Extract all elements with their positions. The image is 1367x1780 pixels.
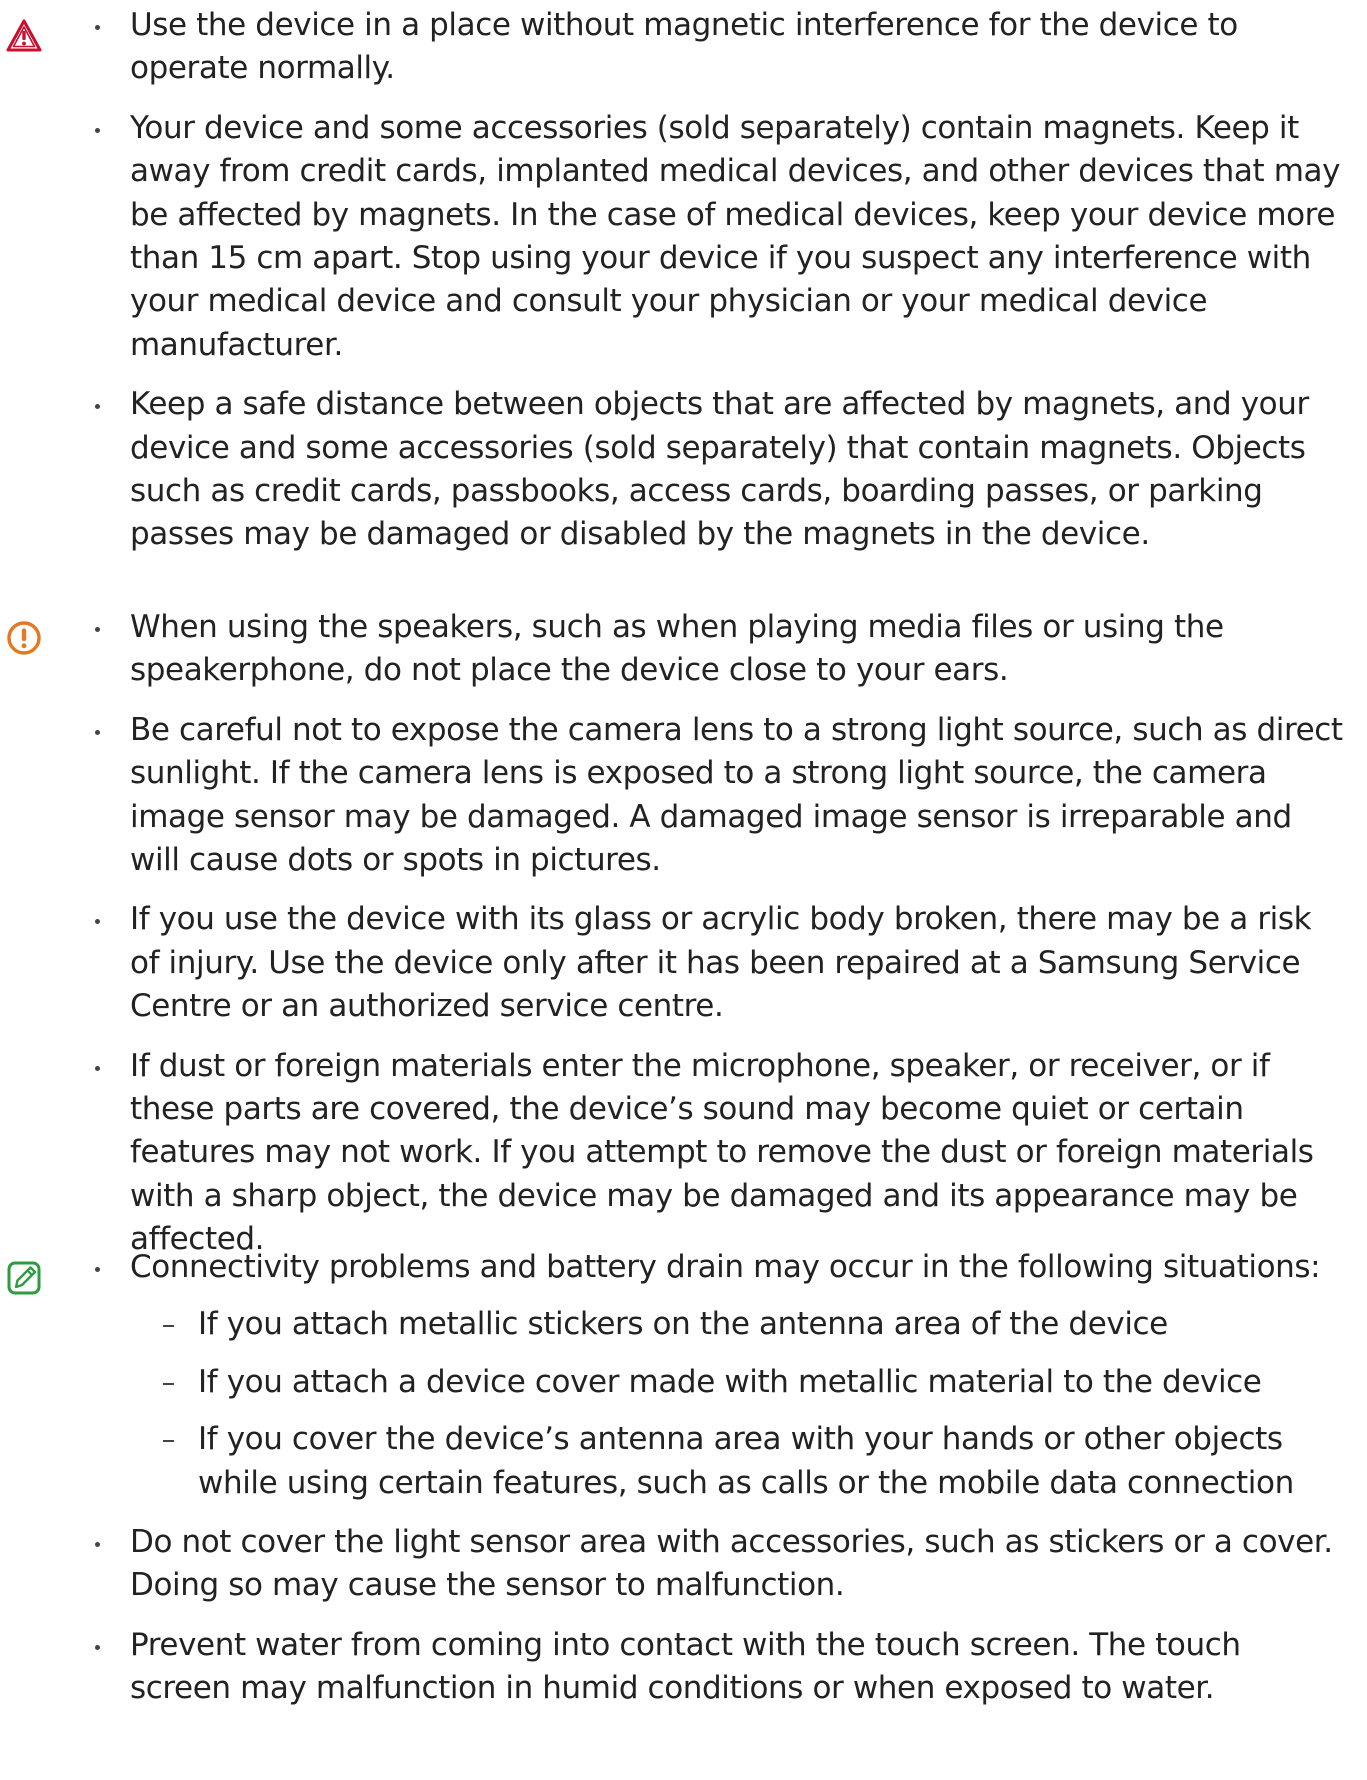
list-item: Your device and some accessories (sold s…	[0, 107, 1367, 367]
list-item: If dust or foreign materials enter the m…	[0, 1045, 1367, 1262]
list-item: Do not cover the light sensor area with …	[0, 1521, 1367, 1608]
list-item: Be careful not to expose the camera lens…	[0, 709, 1367, 883]
caution-section: When using the speakers, such as when pl…	[0, 606, 1367, 1277]
sub-list-item: If you attach a device cover made with m…	[130, 1361, 1347, 1404]
list-item: Keep a safe distance between objects tha…	[0, 383, 1367, 557]
list-item: Use the device in a place without magnet…	[0, 4, 1367, 91]
list-item: When using the speakers, such as when pl…	[0, 606, 1367, 693]
warning-list: Use the device in a place without magnet…	[0, 4, 1367, 557]
manual-page: Use the device in a place without magnet…	[0, 0, 1367, 1780]
note-list: Connectivity problems and battery drain …	[0, 1246, 1367, 1711]
caution-list: When using the speakers, such as when pl…	[0, 606, 1367, 1261]
list-item-text: Connectivity problems and battery drain …	[130, 1249, 1321, 1285]
list-item: Prevent water from coming into contact w…	[0, 1624, 1367, 1711]
sub-list-item: If you attach metallic stickers on the a…	[130, 1303, 1347, 1346]
sub-list-item: If you cover the device’s antenna area w…	[130, 1418, 1347, 1505]
list-item: If you use the device with its glass or …	[0, 898, 1367, 1028]
warning-section: Use the device in a place without magnet…	[0, 4, 1367, 573]
sub-list: If you attach metallic stickers on the a…	[130, 1303, 1347, 1505]
list-item: Connectivity problems and battery drain …	[0, 1246, 1367, 1505]
note-section: Connectivity problems and battery drain …	[0, 1246, 1367, 1727]
